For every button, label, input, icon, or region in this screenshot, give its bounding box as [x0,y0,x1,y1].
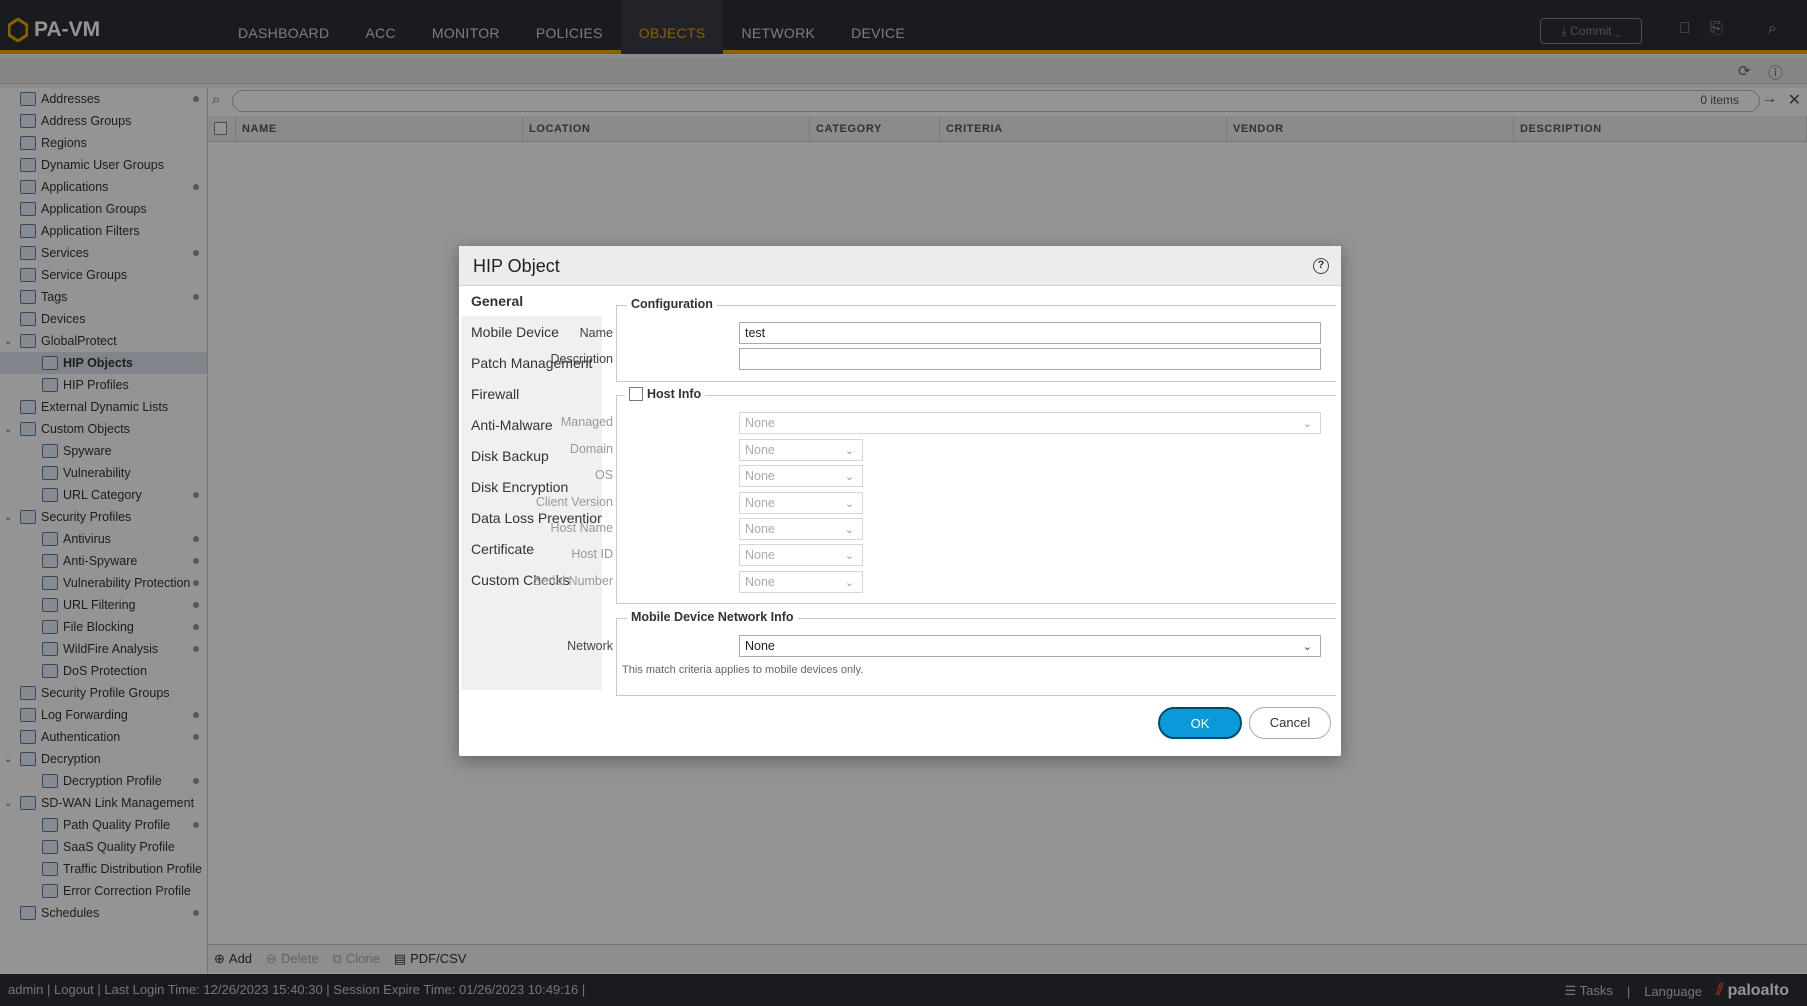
os-select[interactable]: None ⌄ [739,465,863,487]
mobile-network-legend: Mobile Device Network Info [627,610,798,624]
chevron-down-icon: ⌄ [1302,418,1312,430]
name-label: Name [579,326,613,340]
host-info-checkbox[interactable] [629,387,643,401]
client-version-label: Client Version [535,495,613,509]
managed-label: Managed [560,415,613,429]
host-id-select[interactable]: None ⌄ [739,544,863,566]
serial-number-label: Serial Number [533,574,613,588]
dialog-title: HIP Object [459,246,1341,286]
client-version-select[interactable]: None ⌄ [739,492,863,514]
network-label: Network [567,639,613,653]
chevron-down-icon: ⌄ [844,471,854,483]
mobile-network-note: This match criteria applies to mobile de… [622,664,864,676]
chevron-down-icon: ⌄ [844,550,854,562]
mobile-network-section: Mobile Device Network Info [616,610,1336,696]
chevron-down-icon: ⌄ [844,524,854,536]
domain-label: Domain [569,442,613,456]
host-name-select[interactable]: None ⌄ [739,518,863,540]
managed-select[interactable]: None ⌄ [739,412,1321,434]
hip-object-dialog: HIP Object ? General Mobile Device Patch… [459,246,1341,756]
os-label: OS [594,468,613,482]
serial-number-value: None [745,575,775,589]
network-value: None [745,639,775,653]
host-info-label: Host Info [647,387,702,401]
host-id-label: Host ID [571,547,613,561]
ok-button[interactable]: OK [1158,707,1242,739]
chevron-down-icon: ⌄ [844,445,854,457]
cancel-button[interactable]: Cancel [1249,707,1331,739]
tab-firewall[interactable]: Firewall [461,379,602,409]
os-value: None [745,469,775,483]
chevron-down-icon: ⌄ [1302,641,1312,653]
configuration-legend: Configuration [627,297,717,311]
domain-value: None [745,443,775,457]
chevron-down-icon: ⌄ [844,577,854,589]
name-field[interactable]: test [739,322,1321,344]
chevron-down-icon: ⌄ [844,498,854,510]
tab-general[interactable]: General [461,286,602,316]
serial-number-select[interactable]: None ⌄ [739,571,863,593]
help-icon[interactable]: ? [1313,258,1329,274]
host-name-value: None [745,522,775,536]
client-version-value: None [745,496,775,510]
host-name-label: Host Name [550,521,613,535]
description-field[interactable] [739,348,1321,370]
managed-value: None [745,416,775,430]
dialog-tabs: General Mobile Device Patch Management F… [461,286,602,690]
domain-select[interactable]: None ⌄ [739,439,863,461]
host-info-legend: Host Info [625,387,706,401]
description-label: Description [550,352,613,366]
host-id-value: None [745,548,775,562]
network-select[interactable]: None ⌄ [739,635,1321,657]
